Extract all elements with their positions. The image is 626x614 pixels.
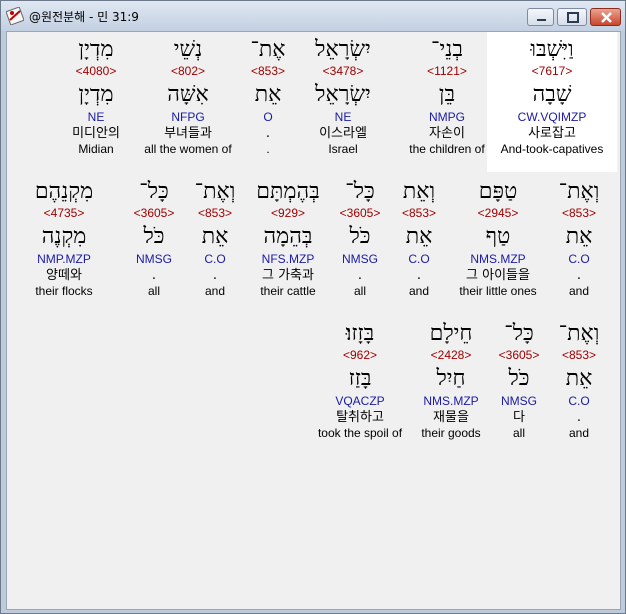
morph-code: VQACZP bbox=[335, 394, 385, 408]
hebrew-word: כָּל־ bbox=[139, 179, 169, 204]
strong-number: <4080> bbox=[75, 64, 117, 78]
strong-number: <853> bbox=[561, 206, 597, 220]
korean-gloss: 자손이 bbox=[429, 126, 465, 141]
close-icon bbox=[601, 12, 612, 23]
hebrew-lemma: טַף bbox=[485, 224, 511, 249]
korean-gloss: 사로잡고 bbox=[528, 126, 576, 141]
hebrew-lemma: אֵת bbox=[254, 82, 282, 107]
hebrew-lemma: חַיִל bbox=[436, 366, 466, 391]
morph-code: CW.VQIMZP bbox=[517, 110, 587, 124]
strong-number: <4735> bbox=[43, 206, 85, 220]
word-cell[interactable]: טַפָּם <2945> טַף NMS.MZP 그 아이들을 their l… bbox=[453, 174, 543, 299]
hebrew-lemma: אִשָּׁה bbox=[167, 82, 209, 107]
word-cell[interactable]: מִדְיָן <4080> מִדְיָן NE 미디안의 Midian bbox=[51, 32, 141, 157]
hebrew-word: וַיִּשְׁבּוּ bbox=[530, 37, 574, 62]
morph-code: NMS.MZP bbox=[470, 252, 526, 266]
english-gloss: the children of bbox=[409, 142, 485, 156]
korean-gloss: . bbox=[151, 268, 157, 283]
korean-gloss: 부녀들과 bbox=[164, 126, 212, 141]
strong-number: <853> bbox=[250, 64, 286, 78]
english-gloss: took the spoil of bbox=[317, 426, 403, 440]
english-gloss: . bbox=[266, 142, 270, 156]
maximize-icon bbox=[567, 12, 579, 23]
morph-code: NMS.MZP bbox=[423, 394, 479, 408]
korean-gloss: 재물을 bbox=[433, 410, 469, 425]
word-cell[interactable]: כָּל־ <3605> כֹּל NMSG . all bbox=[109, 174, 199, 299]
english-gloss: their flocks bbox=[35, 284, 93, 298]
hebrew-word: אֶת־ bbox=[250, 37, 286, 62]
morph-code: O bbox=[263, 110, 273, 124]
morph-code: NMPG bbox=[429, 110, 465, 124]
hebrew-word: בָּזָזוּ׃ bbox=[345, 321, 375, 346]
minimize-button[interactable] bbox=[527, 8, 554, 26]
interlinear-panel[interactable]: וַיִּשְׁבּוּ <7617> שָׁבָה CW.VQIMZP 사로잡… bbox=[6, 31, 621, 610]
morph-code: C.O bbox=[568, 252, 590, 266]
word-cell[interactable]: אֶת־ <853> אֵת O . . bbox=[223, 32, 313, 157]
hebrew-lemma: אֵת bbox=[565, 224, 593, 249]
korean-gloss: . bbox=[265, 126, 271, 141]
korean-gloss: . bbox=[576, 268, 582, 283]
english-gloss: their goods bbox=[421, 426, 481, 440]
word-cell[interactable]: מִקְנֵהֶם <4735> מִקְנֶה NMP.MZP 양떼와 the… bbox=[19, 174, 109, 299]
word-cell[interactable]: וַיִּשְׁבּוּ <7617> שָׁבָה CW.VQIMZP 사로잡… bbox=[487, 32, 617, 172]
strong-number: <802> bbox=[170, 64, 206, 78]
strong-number: <7617> bbox=[531, 64, 573, 78]
english-gloss: their little ones bbox=[459, 284, 537, 298]
hebrew-word: נְשֵׁי bbox=[173, 37, 203, 62]
english-gloss: and bbox=[568, 284, 590, 298]
english-gloss: Midian bbox=[78, 142, 114, 156]
word-cell[interactable]: בְנֵי־ <1121> בֵּן NMPG 자손이 the children… bbox=[402, 32, 492, 157]
window-title: @원전분해 - 민 31:9 bbox=[29, 10, 139, 24]
maximize-button[interactable] bbox=[557, 8, 587, 26]
word-cell[interactable]: וְאֶת־ <853> אֵת C.O . and bbox=[534, 174, 624, 299]
english-gloss: And-took-capatives bbox=[500, 142, 604, 156]
strong-number: <2428> bbox=[430, 348, 472, 362]
korean-gloss: 그 아이들을 bbox=[466, 268, 530, 283]
hebrew-lemma: מִקְנֶה bbox=[41, 224, 87, 249]
title-bar[interactable]: @원전분해 - 민 31:9 bbox=[1, 1, 625, 31]
morph-code: NMP.MZP bbox=[37, 252, 91, 266]
hebrew-word: טַפָּם bbox=[478, 179, 518, 204]
hebrew-lemma: בָּזַז bbox=[348, 366, 372, 391]
minimize-icon bbox=[537, 19, 546, 21]
hebrew-lemma: מִדְיָן bbox=[78, 82, 114, 107]
morph-code: NE bbox=[87, 110, 105, 124]
hebrew-word: חֵילָם bbox=[429, 321, 473, 346]
hebrew-lemma: שָׁבָה bbox=[532, 82, 572, 107]
strong-number: <3605> bbox=[133, 206, 175, 220]
hebrew-lemma: כֹּל bbox=[143, 224, 165, 249]
hebrew-word: מִדְיָן bbox=[78, 37, 114, 62]
strong-number: <962> bbox=[342, 348, 378, 362]
morph-code: NMSG bbox=[136, 252, 172, 266]
korean-gloss: 양떼와 bbox=[46, 268, 82, 283]
korean-gloss: 탈취하고 bbox=[336, 410, 384, 425]
word-cell[interactable]: נְשֵׁי <802> אִשָּׁה NFPG 부녀들과 all the w… bbox=[143, 32, 233, 157]
hebrew-word: מִקְנֵהֶם bbox=[34, 179, 94, 204]
korean-gloss: 미디안의 bbox=[72, 126, 120, 141]
word-cell[interactable]: בָּזָזוּ׃ <962> בָּזַז VQACZP 탈취하고 took … bbox=[315, 316, 405, 441]
hebrew-word: בְנֵי־ bbox=[431, 37, 463, 62]
word-cell[interactable]: חֵילָם <2428> חַיִל NMS.MZP 재물을 their go… bbox=[406, 316, 496, 441]
english-gloss: all bbox=[147, 284, 160, 298]
hebrew-word: וְאֶת־ bbox=[558, 179, 600, 204]
english-gloss: all the women of bbox=[144, 142, 232, 156]
hebrew-lemma: בֵּן bbox=[438, 82, 456, 107]
strong-number: <2945> bbox=[477, 206, 519, 220]
app-window: @원전분해 - 민 31:9 וַיִּשְׁבּוּ <7617> שָׁבָ… bbox=[0, 0, 626, 614]
morph-code: NFPG bbox=[171, 110, 205, 124]
strong-number: <1121> bbox=[427, 64, 467, 78]
close-button[interactable] bbox=[590, 8, 621, 26]
bible-app-icon[interactable] bbox=[5, 6, 25, 26]
